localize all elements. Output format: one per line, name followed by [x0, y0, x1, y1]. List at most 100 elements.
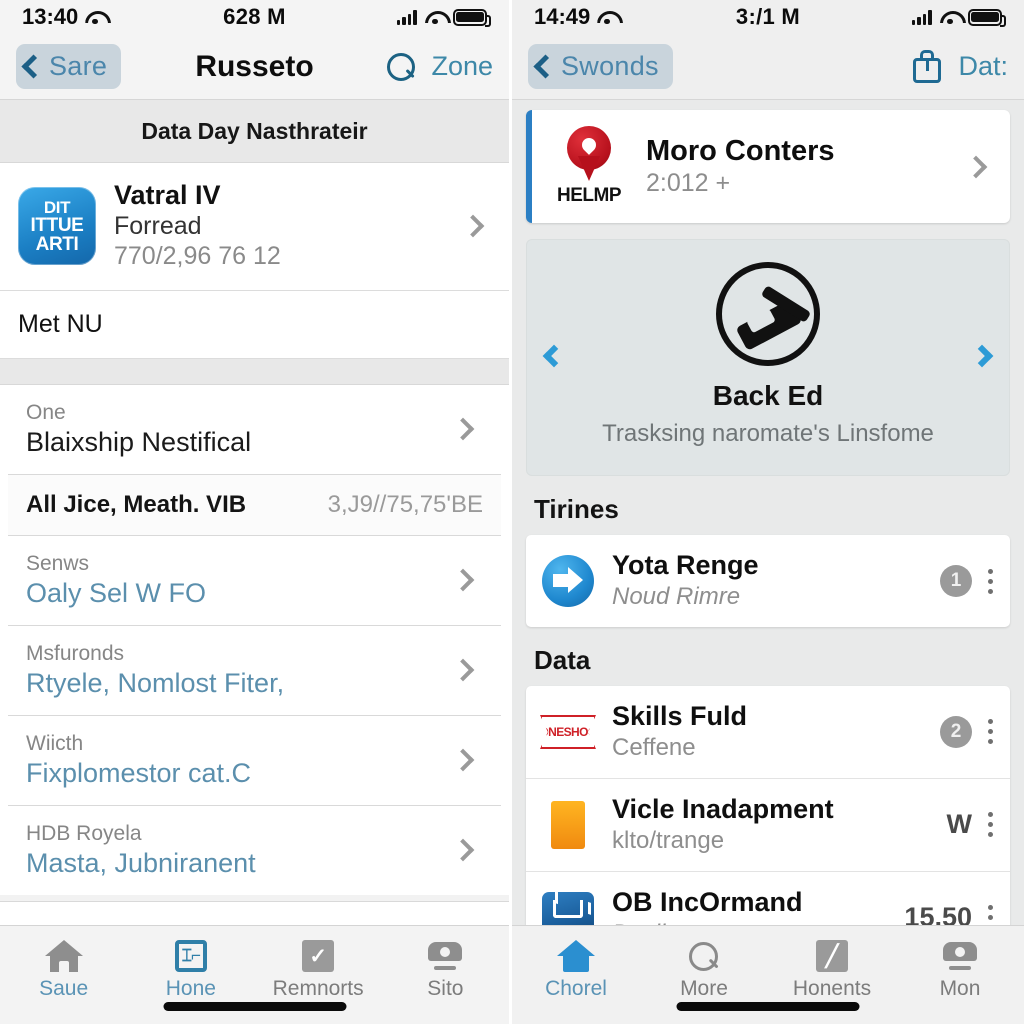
carousel-prev-button[interactable] [539, 341, 569, 371]
list-item-label: Msfuronds [26, 641, 125, 665]
tirines-card: Yota Renge Noud Rimre 1 [526, 535, 1010, 628]
status-time: 14:49 [534, 4, 591, 29]
carousel: Back Ed Trasksing naromate's Linsfome [526, 239, 1010, 477]
tab-saue[interactable]: Saue [0, 936, 127, 1001]
list-item[interactable]: Wiicth Fixplomestor cat.C [8, 716, 501, 806]
list-item[interactable]: HDB Royela Masta, Jubniranent [8, 806, 501, 895]
carousel-title: Back Ed [712, 380, 824, 411]
list-item[interactable]: One Blaixship Nestifical [8, 385, 501, 475]
tab-remnorts[interactable]: ✓ Remnorts [255, 936, 382, 1001]
tab-label: Honents [792, 977, 872, 1000]
tab-label: Hone [165, 977, 216, 1000]
list-item[interactable]: GLOB OB IncOrmand Doxll 15,50 [526, 872, 1010, 925]
tab-mon[interactable]: Mon [896, 936, 1024, 1001]
hero-text: Moro Conters 2:012 + [646, 134, 954, 199]
status-right [334, 8, 491, 27]
tab-more[interactable]: More [640, 936, 768, 1001]
list-item-label: HDB Royela [26, 821, 142, 845]
kebab-menu-icon[interactable] [984, 810, 996, 839]
left-phone-screen: 13:40 628 M Sare Russeto Zone Data Day N [0, 0, 512, 1024]
zone-action-button[interactable]: Zone [431, 51, 493, 82]
kebab-menu-icon[interactable] [984, 567, 996, 596]
carousel-next-button[interactable] [967, 341, 997, 371]
section-header: Data Day Nasthrateir [0, 100, 509, 163]
bowtie-logo-text: ONESHOO [540, 714, 596, 749]
list-item-title: Skills Fuld [612, 701, 748, 732]
shopping-bag-icon[interactable] [912, 50, 942, 83]
hero-card-wrap: HELMP Moro Conters 2:012 + [512, 100, 1024, 223]
tab-label: Mon [939, 977, 981, 1000]
tab-label: Chorel [545, 977, 607, 1000]
back-button[interactable]: Sare [16, 44, 122, 89]
detail-list-block: One Blaixship Nestifical All Jice, Meath… [0, 384, 509, 895]
list-item[interactable]: Senws Oaly Sel W FO [8, 536, 501, 626]
key-value-row: All Jice, Meath. VIB 3,J9//75,75'BE [8, 474, 501, 536]
hero-title: Moro Conters [646, 134, 835, 167]
wifi-icon [940, 10, 960, 25]
chevron-left-icon [21, 54, 46, 79]
block-header: Mulder 6 [0, 900, 509, 925]
list-item-value: Fixplomestor cat.C [26, 758, 252, 788]
list-item-text: Msfuronds Rtyele, Nomlost Fiter, [26, 640, 445, 701]
left-content-scroll[interactable]: Data Day Nasthrateir DIT ITTUE ARTI Vatr… [0, 100, 509, 925]
chevron-right-icon [451, 748, 475, 772]
carousel-body: Back Ed Trasksing naromate's Linsfome [569, 262, 967, 449]
right-nav-bar: Swonds Dat: [512, 34, 1024, 100]
list-item-value: W [946, 809, 972, 840]
home-indicator [676, 1002, 860, 1011]
app-card-text: Vatral IV Forread 770/2,96 76 12 [114, 180, 447, 273]
status-left: 13:40 [22, 4, 175, 30]
tab-hone[interactable]: ⌶⌐ Hone [127, 936, 254, 1001]
bowtie-logo-icon: ONESHOO [540, 704, 596, 760]
chevron-right-icon [451, 658, 475, 682]
app-card-meta: 770/2,96 76 12 [114, 242, 281, 271]
wifi-icon [425, 10, 445, 25]
tab-label: Sito [427, 977, 464, 1000]
tab-honents[interactable]: ╱ Honents [768, 936, 896, 1001]
orange-card-icon [540, 797, 596, 853]
list-item-text: Yota Renge Noud Rimre [612, 550, 924, 612]
list-item-trailing: 2 [940, 715, 996, 748]
list-item-value: Rtyele, Nomlost Fiter, [26, 667, 285, 698]
chevron-right-icon [964, 155, 988, 178]
plain-row[interactable]: Met NU [0, 290, 509, 359]
list-item-label: Wiicth [26, 731, 84, 755]
key-value-key: All Jice, Meath. VIB [26, 490, 247, 518]
home-filled-icon [557, 936, 595, 972]
list-item[interactable]: Yota Renge Noud Rimre 1 [526, 535, 1010, 627]
left-tab-bar: Saue ⌶⌐ Hone ✓ Remnorts Sito [0, 925, 509, 1024]
right-phone-screen: 14:49 3:/1 M Swonds Dat: HELMP Moro Cont… [512, 0, 1024, 1024]
list-item[interactable]: Msfuronds Rtyele, Nomlost Fiter, [8, 626, 501, 716]
section-gap [0, 358, 509, 385]
list-item-label: One [26, 400, 66, 424]
right-status-bar: 14:49 3:/1 M [512, 0, 1024, 34]
hero-card[interactable]: HELMP Moro Conters 2:012 + [526, 110, 1010, 223]
list-item-text: Vicle Inadapment klto/trange [612, 794, 931, 856]
list-item[interactable]: ONESHOO Skills Fuld Ceffene 2 [526, 686, 1010, 779]
list-item[interactable]: Vicle Inadapment klto/trange W [526, 779, 1010, 872]
back-button[interactable]: Swonds [528, 44, 673, 89]
list-item-trailing: 1 [940, 565, 996, 598]
back-button-label: Sare [49, 51, 108, 81]
profile-badge-icon [941, 936, 979, 972]
kebab-menu-icon[interactable] [984, 717, 996, 746]
section-header-tirines: Tirines [534, 494, 619, 525]
list-item-subtitle: klto/trange [612, 826, 725, 854]
app-card-row[interactable]: DIT ITTUE ARTI Vatral IV Forread 770/2,9… [0, 163, 509, 291]
right-content-scroll[interactable]: HELMP Moro Conters 2:012 + Back Ed Trask… [512, 100, 1024, 925]
right-tab-bar: Chorel More ╱ Honents Mon [512, 925, 1024, 1024]
tab-sito[interactable]: Sito [382, 936, 509, 1001]
search-icon[interactable] [387, 52, 416, 81]
kebab-menu-icon[interactable] [984, 903, 996, 925]
list-item-subtitle: Ceffene [612, 733, 696, 761]
list-item-text: Skills Fuld Ceffene [612, 701, 924, 763]
data-card: ONESHOO Skills Fuld Ceffene 2 Vicle Inad… [526, 686, 1010, 925]
tab-chorel[interactable]: Chorel [512, 936, 640, 1001]
status-badge: 2 [940, 715, 972, 748]
battery-icon [967, 8, 1006, 27]
profile-badge-icon [426, 936, 464, 972]
list-item-trailing: 15,50 [904, 902, 996, 925]
dual-screenshot-container: 13:40 628 M Sare Russeto Zone Data Day N [0, 0, 1024, 1024]
data-action-button[interactable]: Dat: [958, 51, 1008, 82]
chevron-right-icon [451, 417, 475, 441]
